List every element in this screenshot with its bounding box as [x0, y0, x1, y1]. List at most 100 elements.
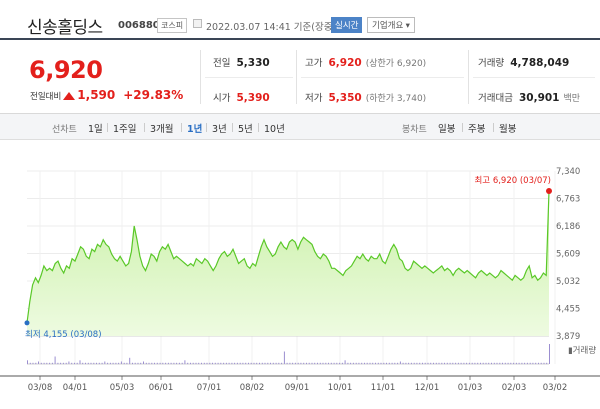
y-tick-label: 7,340 — [556, 167, 580, 177]
volume-bar — [129, 357, 131, 365]
volume-bar — [90, 362, 92, 365]
volume-bar — [422, 362, 423, 365]
volume-bar — [361, 362, 363, 365]
divider — [301, 77, 464, 78]
x-tick-label: 12/01 — [415, 383, 440, 393]
volume-bar — [408, 362, 410, 365]
volume-bar — [352, 362, 354, 365]
volume-bar — [549, 344, 550, 364]
change-percent: +29.83% — [123, 88, 184, 102]
y-tick-label: 6,186 — [556, 222, 580, 232]
candle-daily[interactable]: 일봉 — [438, 121, 455, 135]
period-1y[interactable]: 1년 — [187, 121, 202, 135]
volume-bar — [231, 362, 233, 365]
period-5y[interactable]: 5년 — [238, 121, 253, 135]
price-area — [27, 191, 549, 336]
volume-bar — [51, 362, 53, 365]
volume-bar — [286, 362, 288, 365]
volume-bar — [416, 362, 418, 365]
volume-bar — [234, 362, 236, 365]
volume-bar — [491, 362, 492, 365]
price-change: 전일대비 1,590 +29.83% — [30, 88, 183, 102]
volume-label: ▮거래량 — [568, 345, 596, 356]
volume-bar — [319, 362, 321, 365]
volume-bar — [297, 362, 299, 365]
x-tick-label: 03/08 — [28, 383, 53, 393]
candle-weekly[interactable]: 주봉 — [468, 121, 485, 135]
low-price: 저가 5,350 (하한가 3,740) — [305, 92, 427, 104]
volume-bar — [35, 362, 37, 365]
x-tick-label: 07/01 — [197, 383, 222, 393]
volume-bar — [107, 362, 109, 365]
period-3y[interactable]: 3년 — [212, 121, 227, 135]
volume-bar — [524, 362, 526, 365]
volume-bar — [109, 362, 111, 365]
volume-bar — [386, 362, 387, 365]
volume-bar — [532, 362, 534, 365]
volume-bar — [322, 362, 324, 365]
volume-bar — [480, 362, 481, 365]
company-overview-button[interactable]: 기업개요 ▾ — [367, 17, 415, 33]
volume-bar — [435, 362, 437, 365]
period-1d[interactable]: 1일 — [88, 121, 103, 135]
volume-bar — [300, 362, 302, 365]
volume-bar — [32, 362, 34, 365]
realtime-button[interactable]: 실시간 — [331, 17, 363, 33]
volume-bar — [330, 362, 332, 365]
volume-bar — [460, 362, 462, 365]
x-tick-label: 04/01 — [63, 383, 88, 393]
volume-bar — [410, 362, 412, 365]
volume-bar — [184, 360, 186, 365]
period-3m[interactable]: 3개월 — [150, 121, 174, 135]
volume-bar — [438, 362, 440, 365]
volume-bar — [452, 362, 454, 365]
volume-bar — [242, 362, 244, 365]
volume-bar — [314, 362, 316, 365]
volume-bar — [518, 362, 520, 365]
volume-bar — [275, 362, 277, 365]
divider — [205, 77, 293, 78]
divider — [462, 123, 463, 132]
volume-bar — [543, 362, 545, 365]
volume-bar — [82, 362, 84, 365]
volume-bar — [253, 362, 255, 365]
period-selector: 선차트 1일 1주일 3개월 1년 3년 5년 10년 봉차트 일봉 주봉 월봉 — [0, 114, 600, 140]
volume-bar — [336, 362, 338, 365]
volume-bar — [165, 362, 167, 365]
volume-bar — [98, 362, 100, 365]
volume-bar — [427, 362, 429, 365]
volume-bar — [444, 362, 445, 365]
volume-bar — [49, 362, 51, 365]
x-tick-label: 11/01 — [371, 383, 396, 393]
volume-bar — [140, 362, 142, 365]
volume-bar — [250, 362, 252, 365]
volume-bar — [364, 362, 365, 365]
volume-bar — [526, 362, 528, 365]
volume-bar — [151, 362, 153, 365]
quote-panel: 6,920 전일대비 1,590 +29.83% 전일 5,330 고가 6,920 (상… — [0, 42, 600, 114]
volume-bar — [57, 362, 59, 365]
volume-bar — [278, 362, 280, 365]
volume-bar — [104, 361, 106, 364]
volume-bar — [181, 362, 183, 365]
candle-monthly[interactable]: 월봉 — [499, 121, 516, 135]
volume-bar — [176, 362, 178, 365]
volume-bar — [289, 362, 291, 365]
volume-bar — [214, 362, 216, 365]
volume-bar — [474, 362, 476, 365]
volume-bar — [206, 362, 208, 365]
volume-bar — [27, 360, 28, 365]
volume-bar — [281, 362, 283, 365]
volume-bar — [485, 362, 487, 365]
y-tick-label: 6,763 — [556, 195, 580, 205]
period-10y[interactable]: 10년 — [264, 121, 285, 135]
x-tick-label: 10/01 — [328, 383, 353, 393]
volume-bar — [306, 362, 307, 365]
period-1w[interactable]: 1주일 — [113, 121, 137, 135]
volume-bar — [317, 362, 318, 365]
volume-bar — [540, 362, 542, 365]
open-price: 시가 5,390 — [213, 92, 270, 104]
x-tick-label: 06/01 — [149, 383, 174, 393]
max-label: 최고 6,920 (03/07) — [474, 175, 551, 186]
stock-code: 006880 — [118, 20, 160, 31]
